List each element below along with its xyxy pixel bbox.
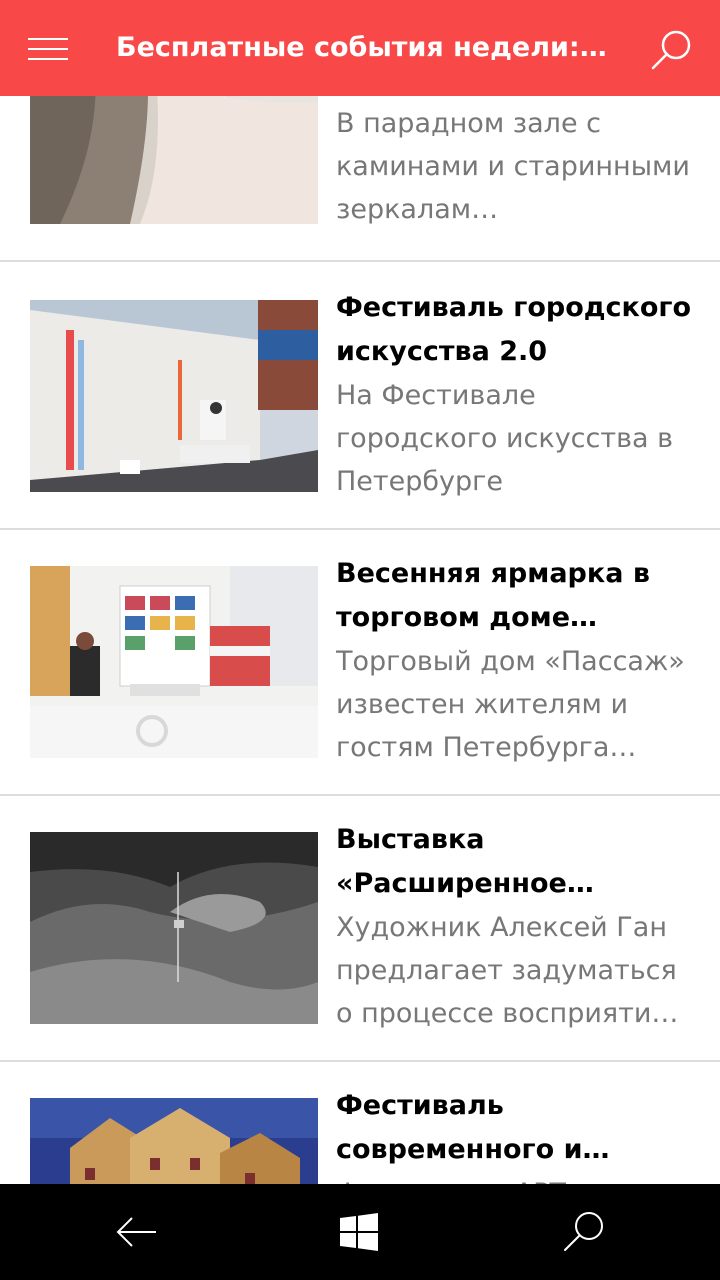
- list-item[interactable]: Фестиваль современного и… Фестиваль «АРТ…: [0, 1062, 720, 1184]
- event-description: На Фестивале городского искусства в Пете…: [336, 380, 674, 497]
- event-thumbnail: [30, 1098, 318, 1184]
- search-icon[interactable]: [560, 1208, 608, 1256]
- back-arrow-icon[interactable]: [112, 1208, 160, 1256]
- event-title: Фестиваль городского искусства 2.0: [336, 292, 692, 367]
- event-thumbnail: [30, 566, 318, 758]
- event-list[interactable]: В парадном зале с каминами и старинными …: [0, 0, 720, 1184]
- list-item[interactable]: Фестиваль городского искусства 2.0 На Фе…: [0, 264, 720, 530]
- page-title: Бесплатные события недели: Санкт-Петербу…: [116, 32, 616, 63]
- hamburger-menu-icon[interactable]: [28, 38, 68, 60]
- search-icon[interactable]: [650, 28, 694, 72]
- event-description: Художник Алексей Ган предлагает задумать…: [336, 912, 679, 1029]
- event-thumbnail: [30, 300, 318, 492]
- fair-stall-photo: [30, 566, 318, 758]
- event-description: Торговый дом «Пассаж» известен жителям и…: [336, 646, 685, 763]
- list-item[interactable]: Выставка «Расширенное… Художник Алексей …: [0, 796, 720, 1062]
- street-art-wall-photo: [30, 300, 318, 492]
- event-title: Выставка «Расширенное…: [336, 824, 594, 899]
- event-thumbnail: [30, 832, 318, 1024]
- event-title: Фестиваль современного и…: [336, 1090, 610, 1165]
- list-item[interactable]: Весенняя ярмарка в торговом доме… Торгов…: [0, 530, 720, 796]
- bw-landscape-photo: [30, 832, 318, 1024]
- windows-logo-icon[interactable]: [336, 1208, 384, 1256]
- system-navigation-bar: [0, 1184, 720, 1280]
- event-description: Фестиваль «АРТ…: [336, 1172, 690, 1184]
- event-description: В парадном зале с каминами и старинными …: [336, 108, 690, 225]
- app-header: Бесплатные события недели: Санкт-Петербу…: [0, 0, 720, 96]
- painting-photo: [30, 1098, 318, 1184]
- event-title: Весенняя ярмарка в торговом доме…: [336, 558, 650, 633]
